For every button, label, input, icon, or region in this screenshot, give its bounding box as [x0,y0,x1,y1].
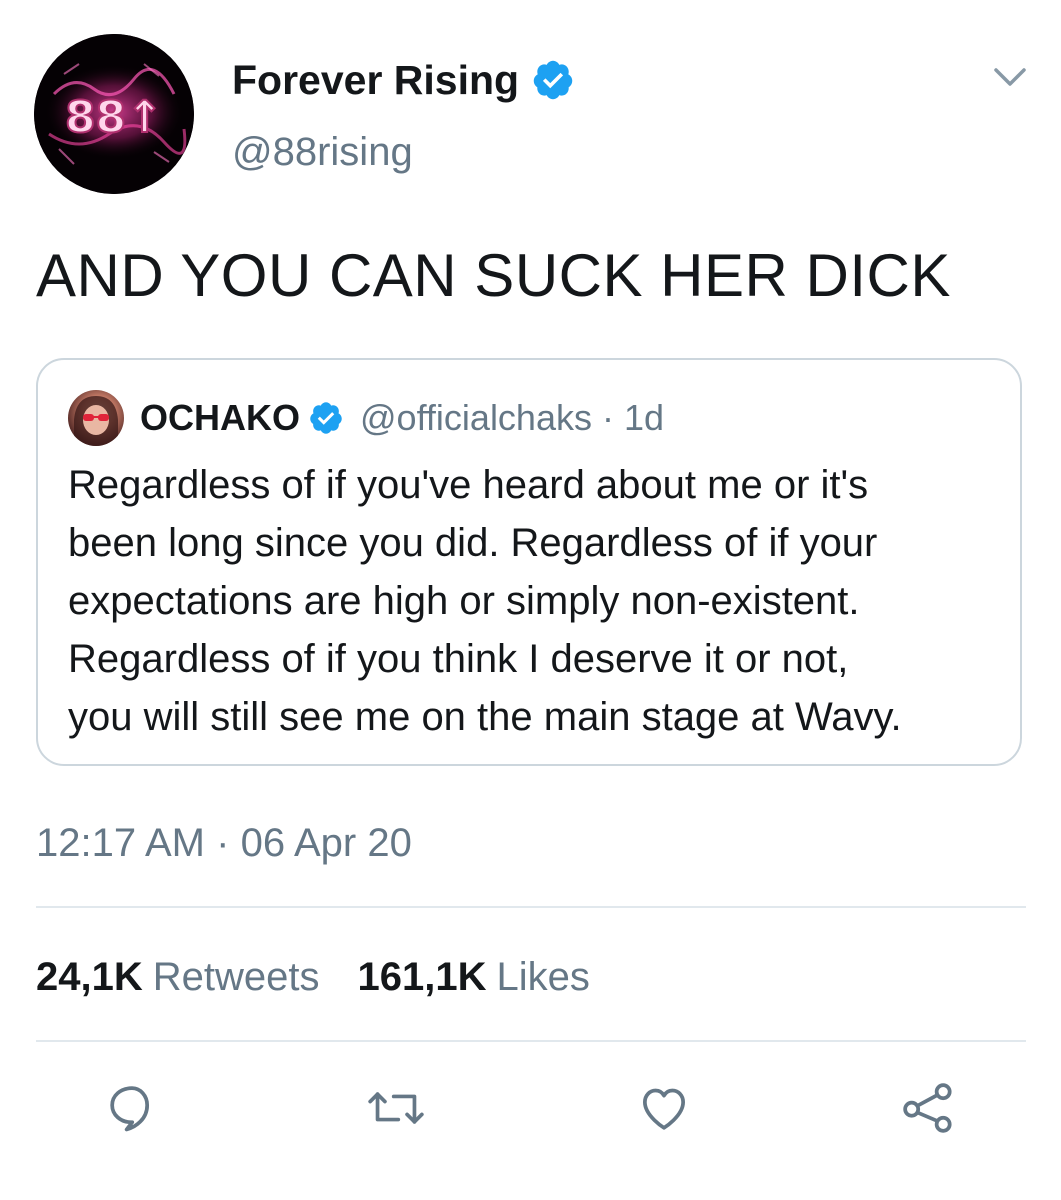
quoted-text-line: Regardless of if you think I deserve it … [68,637,849,681]
tweet-timestamp[interactable]: 12:17 AM · 06 Apr 20 [36,818,412,868]
quoted-text-line: Regardless of if you've heard about me o… [68,463,869,507]
avatar-logo-text: 88↑ [65,92,163,143]
quoted-text-line: you will still see me on the main stage … [68,695,902,739]
quoted-text-line: expectations are high or simply non-exis… [68,579,860,623]
share-button[interactable] [898,1080,958,1140]
share-icon [899,1080,957,1141]
tweet-date: 06 Apr 20 [240,821,412,865]
divider [36,906,1026,908]
verified-badge-icon [308,400,344,436]
quoted-text-line: been long since you did. Regardless of i… [68,521,878,565]
likes-count: 161,1K [357,955,487,999]
chevron-down-icon[interactable] [990,60,1030,92]
quoted-separator: · [602,397,614,438]
quoted-handle-text: @officialchaks [360,397,592,438]
reply-icon [104,1080,160,1141]
engagement-stats: 24,1K Retweets 161,1K Likes [36,952,590,1002]
likes-stat[interactable]: 161,1K Likes [358,952,590,1002]
tweet-time: 12:17 AM [36,821,206,865]
retweet-button[interactable] [366,1080,426,1140]
quoted-author-handle: @officialchaks · 1d [360,397,664,439]
author-display-name[interactable]: Forever Rising [232,56,519,104]
likes-label: Likes [496,955,590,999]
retweets-label: Retweets [152,955,320,999]
like-button[interactable] [634,1080,694,1140]
quoted-tweet-header: OCHAKO @officialchaks · 1d [68,390,664,446]
author-avatar[interactable]: 88↑ [34,34,194,194]
quoted-author-name: OCHAKO [140,397,300,438]
retweet-icon [366,1080,426,1141]
quoted-tweet-age: 1d [624,397,665,438]
author-name-row[interactable]: Forever Rising [232,56,575,104]
tweet-text: AND YOU CAN SUCK HER DICK [36,242,951,309]
like-icon [635,1080,693,1141]
author-handle[interactable]: @88rising [232,128,413,176]
divider [36,1040,1026,1042]
retweets-count: 24,1K [36,955,143,999]
retweets-stat[interactable]: 24,1K Retweets [36,952,320,1002]
reply-button[interactable] [102,1080,162,1140]
quoted-tweet-card[interactable]: OCHAKO @officialchaks · 1d Regardless of… [36,358,1022,766]
quoted-author-avatar [68,390,124,446]
timestamp-separator: · [216,821,230,865]
verified-badge-icon [531,58,575,102]
quoted-tweet-text: Regardless of if you've heard about me o… [68,456,998,746]
avatar-art: 88↑ [34,34,194,194]
